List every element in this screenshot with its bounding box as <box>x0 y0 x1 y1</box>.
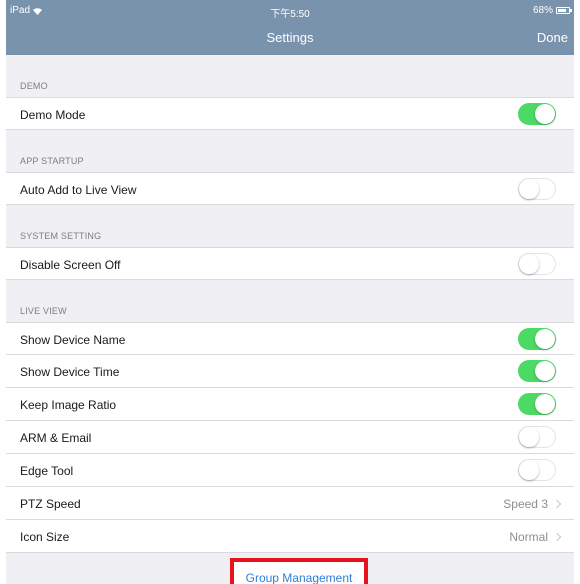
settings-row: Keep Image Ratio <box>6 388 574 421</box>
toggle-knob <box>535 329 555 349</box>
settings-row-value-text: Normal <box>509 530 548 544</box>
settings-row: Show Device Name <box>6 322 574 355</box>
settings-row: ARM & Email <box>6 421 574 454</box>
toggle-knob <box>519 254 539 274</box>
navigation-bar: Settings Done <box>6 20 574 55</box>
settings-row[interactable]: Icon Size Normal <box>6 520 574 553</box>
toggle-switch[interactable] <box>518 103 556 125</box>
done-button[interactable]: Done <box>537 30 568 45</box>
toggle-knob <box>535 361 555 381</box>
section-header: SYSTEM SETTING <box>6 205 574 247</box>
settings-row: Edge Tool <box>6 454 574 487</box>
toggle-switch[interactable] <box>518 459 556 481</box>
settings-row: Show Device Time <box>6 355 574 388</box>
toggle-switch[interactable] <box>518 178 556 200</box>
page-title: Settings <box>266 30 314 45</box>
settings-row-value: Speed 3 <box>503 497 562 511</box>
toggle-knob <box>535 104 555 124</box>
settings-row-value-text: Speed 3 <box>503 497 548 511</box>
section-group: Show Device Name Show Device Time Keep Ima… <box>6 322 574 553</box>
settings-list: DEMO Demo Mode APP STARTUP Auto Add to Live… <box>6 55 574 553</box>
section-header: LIVE VIEW <box>6 280 574 322</box>
section-header-label: LIVE VIEW <box>20 306 67 316</box>
section-group: Disable Screen Off <box>6 247 574 280</box>
battery-icon <box>556 7 572 14</box>
chevron-right-icon <box>552 532 562 542</box>
section-header: DEMO <box>6 55 574 97</box>
settings-row-value: Normal <box>509 530 562 544</box>
settings-row-label: Edge Tool <box>20 464 74 478</box>
settings-row-label: Keep Image Ratio <box>20 398 117 412</box>
status-time: 下午5:50 <box>270 9 310 20</box>
settings-row-label: PTZ Speed <box>20 497 81 511</box>
toggle-knob <box>519 460 539 480</box>
settings-row-label: Auto Add to Live View <box>20 183 137 197</box>
toggle-switch[interactable] <box>518 360 556 382</box>
settings-row-label: Disable Screen Off <box>20 258 121 272</box>
toggle-switch[interactable] <box>518 393 556 415</box>
status-bar: iPad 下午5:50 68% <box>6 0 574 20</box>
settings-page: iPad 下午5:50 68% Settings Done DEMO Demo M… <box>6 0 574 584</box>
group-management-area: Group Management <box>6 558 574 584</box>
section-header-label: SYSTEM SETTING <box>20 231 102 241</box>
toggle-switch[interactable] <box>518 328 556 350</box>
chevron-right-icon <box>552 499 562 509</box>
settings-row-label: Demo Mode <box>20 108 86 122</box>
settings-row-label: Icon Size <box>20 530 70 544</box>
settings-row: Disable Screen Off <box>6 247 574 280</box>
settings-row-label: Show Device Time <box>20 365 120 379</box>
toggle-switch[interactable] <box>518 253 556 275</box>
toggle-knob <box>535 394 555 414</box>
section-group: Demo Mode <box>6 97 574 130</box>
battery-percent: 68% <box>532 5 553 16</box>
section-group: Auto Add to Live View <box>6 172 574 205</box>
toggle-knob <box>519 427 539 447</box>
settings-row: Demo Mode <box>6 97 574 130</box>
settings-row-label: Show Device Name <box>20 333 126 347</box>
toggle-switch[interactable] <box>518 426 556 448</box>
settings-row[interactable]: PTZ Speed Speed 3 <box>6 487 574 520</box>
settings-row: Auto Add to Live View <box>6 172 574 205</box>
section-header-label: APP STARTUP <box>20 156 84 166</box>
group-management-button[interactable]: Group Management <box>230 558 368 584</box>
toggle-knob <box>519 179 539 199</box>
section-header: APP STARTUP <box>6 130 574 172</box>
settings-row-label: ARM & Email <box>20 431 92 445</box>
section-header-label: DEMO <box>20 81 48 91</box>
